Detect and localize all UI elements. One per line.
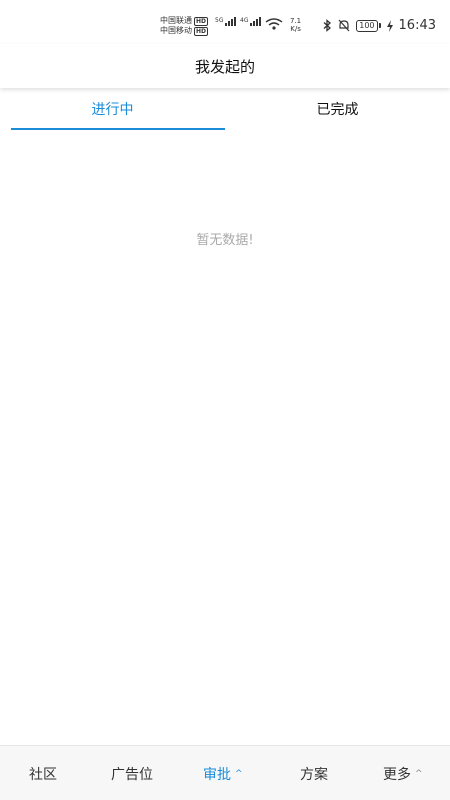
tab-completed[interactable]: 已完成	[225, 88, 450, 130]
nav-item-more[interactable]: 更多 ^	[383, 746, 423, 800]
nav-label: 更多	[383, 766, 411, 783]
empty-state-text: 暂无数据!	[196, 233, 254, 248]
battery-level: 100	[356, 19, 378, 32]
nav-label: 审批	[203, 766, 231, 783]
network-type: 4G	[240, 17, 249, 24]
hd-badge: HD	[194, 26, 209, 36]
bluetooth-icon	[323, 19, 332, 32]
page-header: 我发起的	[0, 44, 450, 88]
carrier-1: 中国联通	[160, 16, 192, 25]
clock: 16:43	[398, 18, 436, 33]
chevron-up-icon: ^	[235, 768, 243, 779]
page-title: 我发起的	[194, 57, 255, 76]
status-icons: 100 16:43	[323, 18, 436, 33]
speed-value: 7.1	[290, 17, 302, 25]
battery-icon: 100	[356, 19, 381, 32]
mute-bell-icon	[338, 19, 350, 32]
nav-item-ad-space[interactable]: 广告位	[111, 746, 153, 800]
nav-label: 社区	[29, 766, 57, 783]
bottom-nav: 社区 广告位 审批 ^ 方案 更多 ^	[0, 745, 450, 800]
carrier-info: 中国联通 HD 中国移动 HD	[160, 16, 209, 36]
signal-icon: 5G	[215, 17, 237, 26]
network-speed: 7.1 K/s	[290, 17, 301, 33]
status-bar: 中国联通 HD 中国移动 HD 5G 4G 7.1 K/s 100 16:43	[0, 0, 450, 44]
nav-label: 广告位	[111, 766, 153, 783]
chevron-up-icon: ^	[415, 768, 423, 779]
nav-item-community[interactable]: 社区	[29, 746, 57, 800]
nav-item-approval[interactable]: 审批 ^	[203, 746, 243, 800]
signal-icon: 4G	[240, 17, 262, 26]
hd-badge: HD	[194, 16, 209, 26]
network-type: 5G	[215, 17, 224, 24]
tab-bar: 进行中 已完成	[0, 88, 450, 130]
charging-icon	[386, 19, 393, 32]
carrier-2: 中国移动	[160, 26, 192, 35]
wifi-icon	[265, 18, 283, 30]
nav-item-plan[interactable]: 方案	[300, 746, 328, 800]
nav-label: 方案	[300, 766, 328, 783]
tab-in-progress[interactable]: 进行中	[0, 88, 225, 130]
speed-unit: K/s	[290, 25, 301, 33]
